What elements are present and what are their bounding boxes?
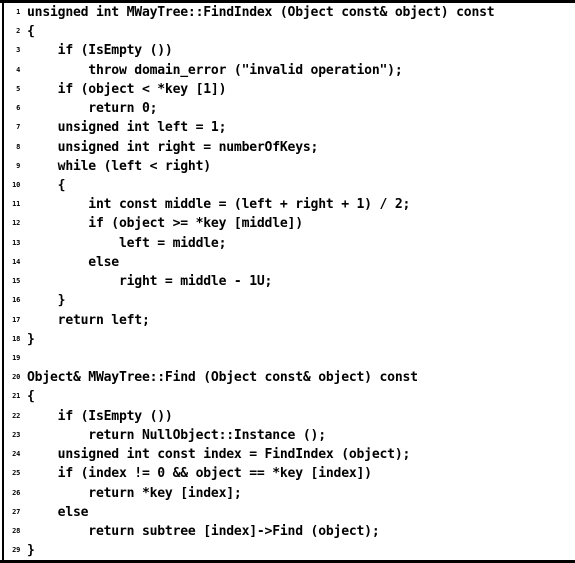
code-line: 19 xyxy=(0,349,575,368)
code-line: 13 left = middle; xyxy=(0,234,575,253)
line-number: 9 xyxy=(16,161,20,170)
line-source: { xyxy=(27,24,35,40)
line-number: 14 xyxy=(12,257,20,266)
code-line: 3 if (IsEmpty ()) xyxy=(0,41,575,60)
code-line: 6 return 0; xyxy=(0,99,575,118)
code-line: 17 return left; xyxy=(0,311,575,330)
line-source: if (object >= *key [middle]) xyxy=(27,216,303,232)
line-source: unsigned int right = numberOfKeys; xyxy=(27,139,319,155)
line-number: 1 xyxy=(16,8,20,16)
code-line: 2{ xyxy=(0,22,575,41)
code-line: 1 unsigned int MWayTree::FindIndex (Objec… xyxy=(0,3,575,22)
line-source: else xyxy=(27,254,119,270)
code-line: 25 if (index != 0 && object == *key [ind… xyxy=(0,464,575,483)
line-source: else xyxy=(27,504,89,520)
code-line: 29} xyxy=(0,541,575,560)
line-source: return left; xyxy=(27,312,150,328)
line-number: 5 xyxy=(16,84,20,93)
line-number: 18 xyxy=(12,334,20,343)
line-source: return NullObject::Instance (); xyxy=(27,427,326,443)
code-line: 10 { xyxy=(0,176,575,195)
code-line: 24 unsigned int const index = FindIndex … xyxy=(0,445,575,464)
code-line: 28 return subtree [index]->Find (object)… xyxy=(0,522,575,541)
code-line: 15 right = middle - 1U; xyxy=(0,272,575,291)
line-number: 29 xyxy=(12,546,20,555)
code-line: 23 return NullObject::Instance (); xyxy=(0,426,575,445)
line-source: Object& MWayTree::Find (Object const& ob… xyxy=(27,370,418,386)
line-number: 20 xyxy=(12,373,20,382)
code-line: 4 throw domain_error ("invalid operation… xyxy=(0,61,575,80)
line-source: if (IsEmpty ()) xyxy=(27,408,173,424)
line-number: 22 xyxy=(12,411,20,420)
line-source: return 0; xyxy=(27,101,158,117)
line-number: 15 xyxy=(12,277,20,286)
line-number: 21 xyxy=(12,392,20,401)
line-source: unsigned int const index = FindIndex (ob… xyxy=(27,447,411,463)
line-source: while (left < right) xyxy=(27,158,212,174)
code-line: 11 int const middle = (left + right + 1)… xyxy=(0,195,575,214)
code-line: 18} xyxy=(0,330,575,349)
line-source: { xyxy=(27,389,35,405)
line-source: return *key [index]; xyxy=(27,485,242,501)
line-source: int const middle = (left + right + 1) / … xyxy=(27,197,411,213)
code-line: 12 if (object >= *key [middle]) xyxy=(0,214,575,233)
line-source: } xyxy=(27,293,66,309)
line-number: 10 xyxy=(12,180,20,189)
line-source: } xyxy=(27,331,35,347)
line-source: unsigned int MWayTree::FindIndex (Object… xyxy=(27,5,495,20)
line-number: 8 xyxy=(16,142,20,151)
line-source: if (object < *key [1]) xyxy=(27,81,227,97)
line-number: 23 xyxy=(12,430,20,439)
code-listing-figure: 1 unsigned int MWayTree::FindIndex (Objec… xyxy=(0,0,575,563)
line-source: } xyxy=(27,543,35,559)
line-number: 28 xyxy=(12,526,20,535)
line-number: 27 xyxy=(12,507,20,516)
code-line: 26 return *key [index]; xyxy=(0,484,575,503)
line-number: 6 xyxy=(16,104,20,113)
line-source: { xyxy=(27,177,66,193)
code-line: 20 Object& MWayTree::Find (Object const& … xyxy=(0,368,575,387)
line-number: 13 xyxy=(12,238,20,247)
line-number: 17 xyxy=(12,315,20,324)
line-number: 24 xyxy=(12,450,20,459)
line-number: 4 xyxy=(16,65,20,74)
line-source: throw domain_error ("invalid operation")… xyxy=(27,62,403,78)
line-source: return subtree [index]->Find (object); xyxy=(27,523,380,539)
line-source: right = middle - 1U; xyxy=(27,274,273,290)
code-line: 21 { xyxy=(0,387,575,406)
code-line: 8 unsigned int right = numberOfKeys; xyxy=(0,138,575,157)
line-number: 7 xyxy=(16,123,20,132)
code-line: 16 } xyxy=(0,291,575,310)
line-number: 25 xyxy=(12,469,20,478)
line-number: 12 xyxy=(12,219,20,228)
line-number: 11 xyxy=(12,200,20,209)
code-line: 22 if (IsEmpty ()) xyxy=(0,407,575,426)
code-line: 27 else xyxy=(0,503,575,522)
line-number: 3 xyxy=(16,46,20,55)
code-line: 5 if (object < *key [1]) xyxy=(0,80,575,99)
line-source: left = middle; xyxy=(27,235,227,251)
line-number: 26 xyxy=(12,488,20,497)
line-number: 19 xyxy=(12,353,20,362)
line-source: unsigned int left = 1; xyxy=(27,120,227,136)
line-source: if (index != 0 && object == *key [index]… xyxy=(27,466,372,482)
line-number: 16 xyxy=(12,296,20,305)
code-line: 7 unsigned int left = 1; xyxy=(0,118,575,137)
line-source: if (IsEmpty ()) xyxy=(27,43,173,59)
code-line: 14 else xyxy=(0,253,575,272)
code-line: 9 while (left < right) xyxy=(0,157,575,176)
line-number: 2 xyxy=(16,27,20,36)
code-listing-body: 1 unsigned int MWayTree::FindIndex (Objec… xyxy=(0,3,575,560)
